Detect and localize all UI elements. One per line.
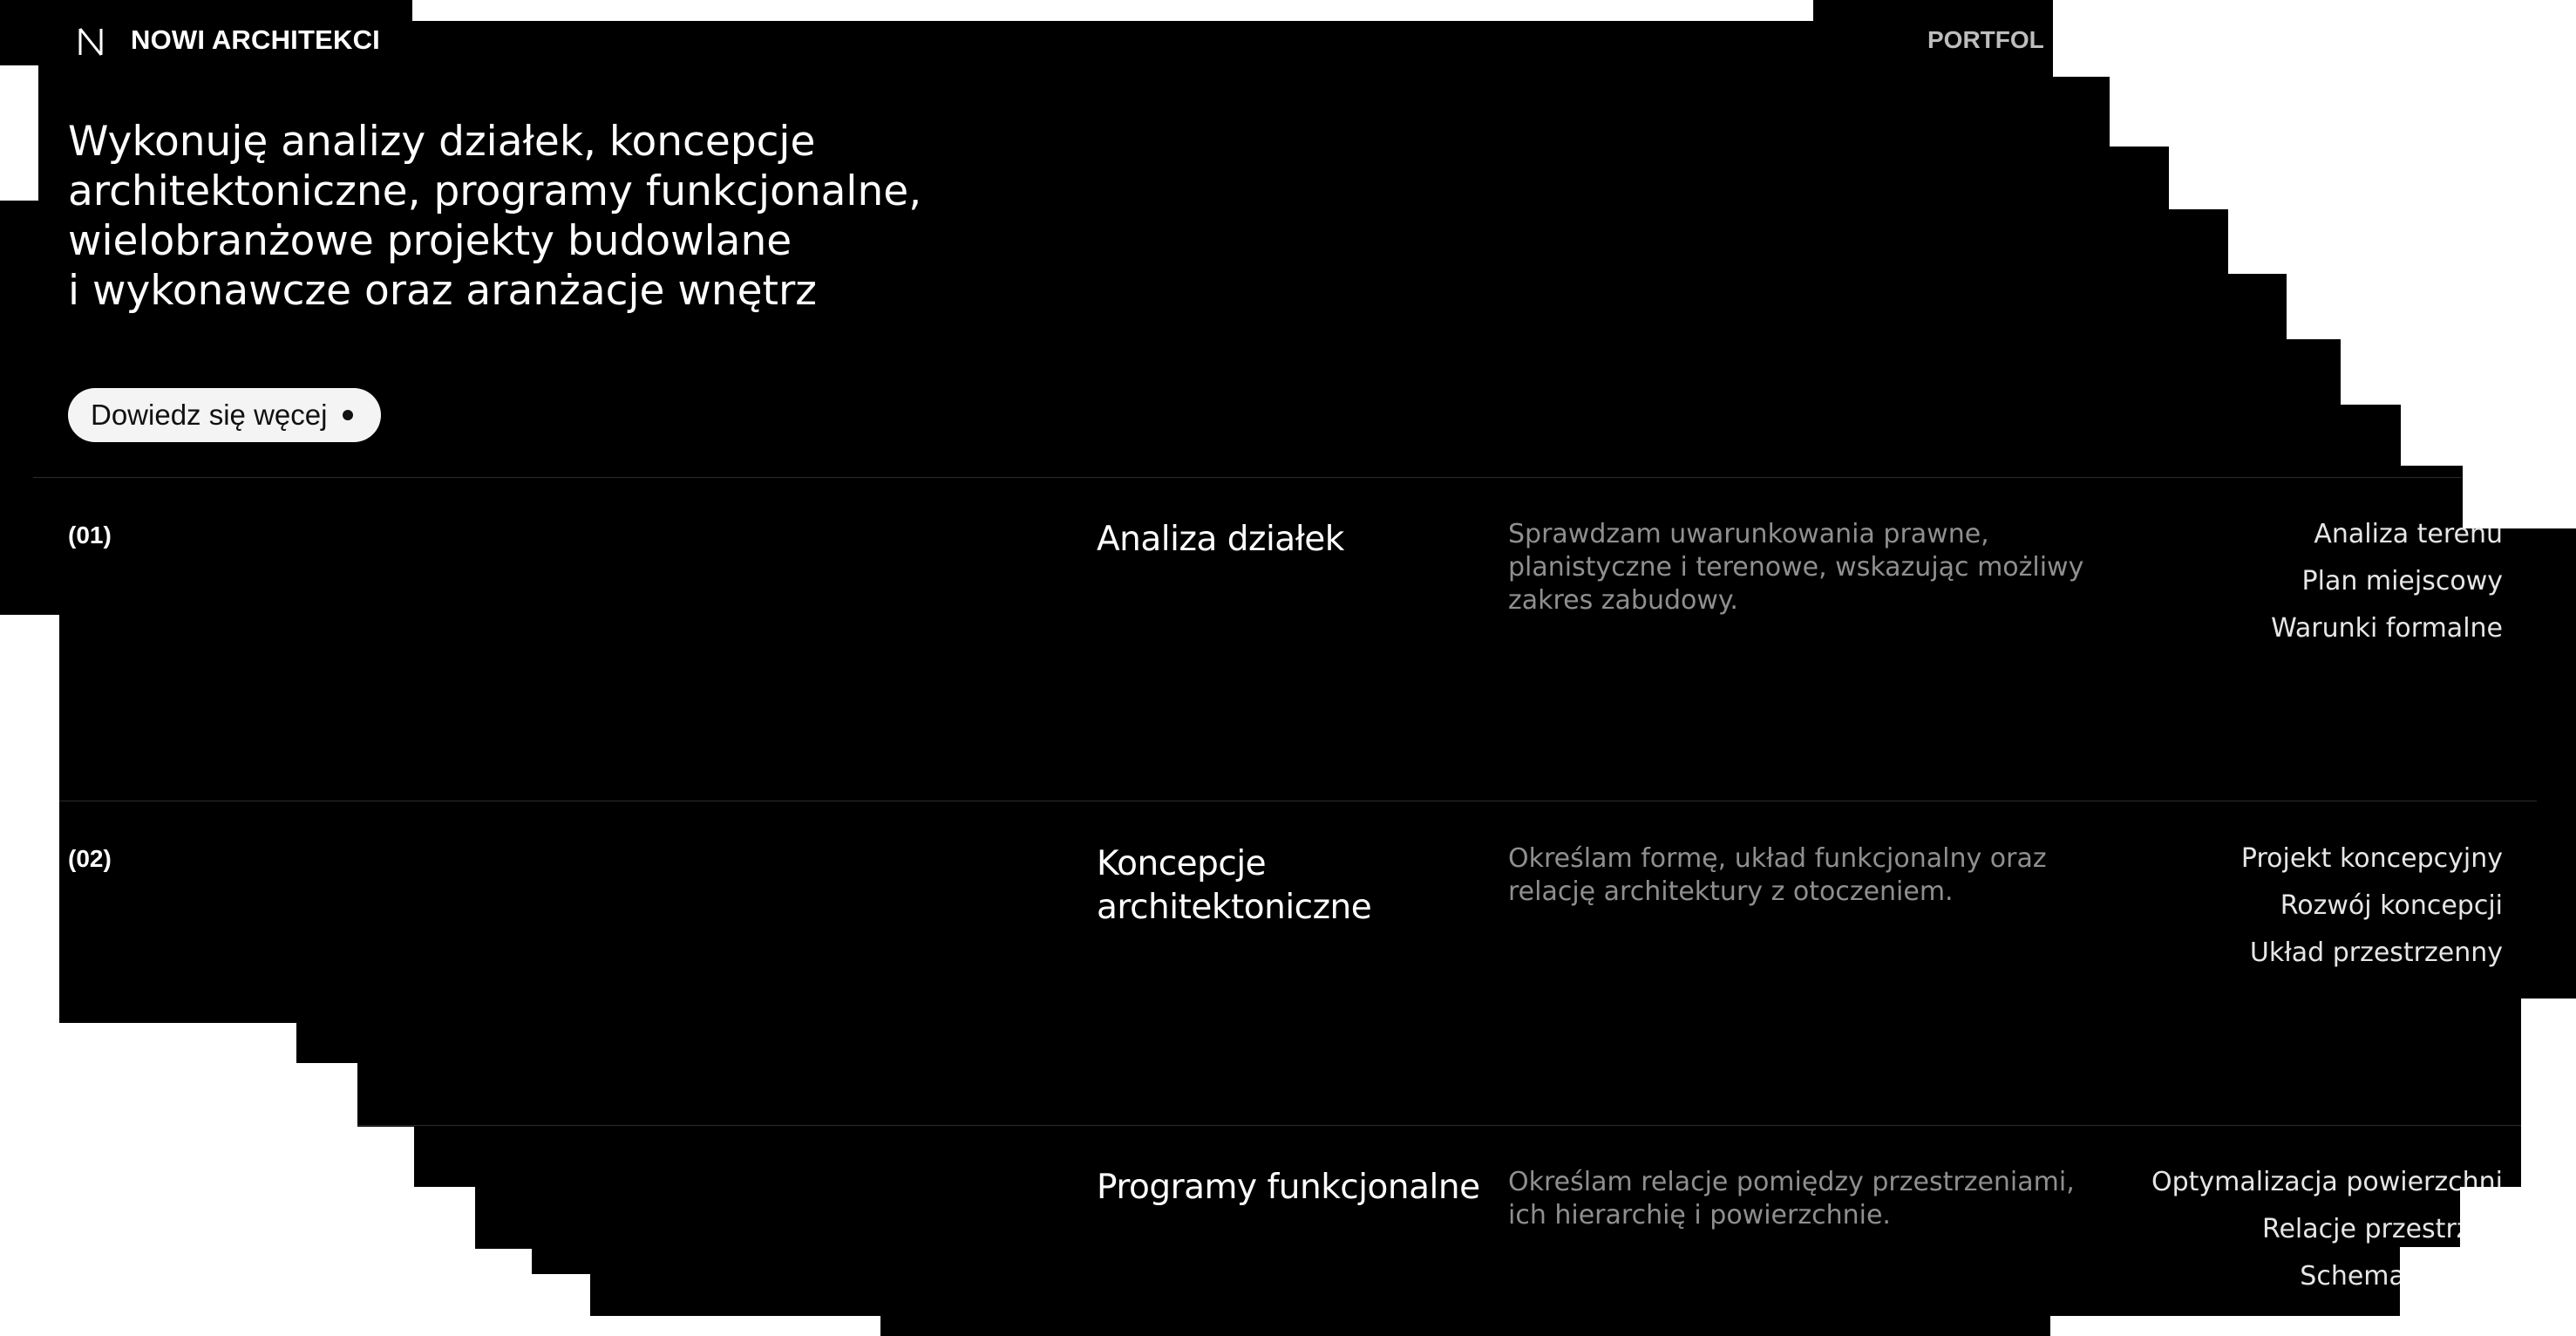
- service-tag: Relacje przestrzen: [2261, 1214, 2503, 1244]
- service-tags: Analiza terenu Plan miejscowy Warunki fo…: [2271, 511, 2503, 652]
- intro-line: wielobranżowe projekty budowlane: [68, 217, 792, 265]
- service-title: Analiza działek: [1097, 520, 1344, 559]
- brand-name[interactable]: NOWI ARCHITEKCI: [131, 24, 380, 56]
- service-tags: Projekt koncepcyjny Rozwój koncepcji Ukł…: [2241, 835, 2503, 977]
- service-title: Programy funkcjonalne: [1097, 1168, 1480, 1207]
- service-description: Określam formę, układ funkcjonalny oraz …: [1508, 843, 2047, 907]
- service-number: (01): [68, 521, 112, 549]
- intro-line: architektoniczne, programy funkcjonalne,: [68, 167, 922, 215]
- learn-more-label: Dowiedz się węcej: [91, 399, 328, 431]
- service-tag: Rozwój koncepcji: [2280, 890, 2503, 921]
- dot-icon: [343, 410, 354, 420]
- intro-line: i wykonawcze oraz aranżacje wnętrz: [68, 267, 817, 315]
- divider: [33, 477, 2461, 478]
- service-tag: Projekt koncepcyjny: [2240, 843, 2503, 874]
- intro-heading: Wykonuję analizy działek, koncepcje arch…: [68, 117, 1027, 316]
- service-title: Koncepcje architektoniczne: [1097, 844, 1372, 927]
- service-tag: Analiza terenu: [2314, 519, 2503, 549]
- intro-line: Wykonuję analizy działek, koncepcje: [68, 118, 816, 166]
- edge-mask: [2400, 1247, 2576, 1336]
- service-tag: Optymalizacja powierzchni: [2151, 1167, 2503, 1197]
- learn-more-button[interactable]: Dowiedz się węcej: [68, 388, 382, 442]
- service-tag: Warunki formalne: [2271, 613, 2503, 644]
- service-tag: Plan miejscowy: [2301, 566, 2503, 596]
- service-description: Określam relacje pomiędzy przestrzeniami…: [1508, 1167, 2075, 1230]
- logo-icon[interactable]: [77, 26, 106, 58]
- service-description: Sprawdzam uwarunkowania prawne, planisty…: [1508, 519, 2084, 616]
- nav-link-portfolio[interactable]: PORTFOL: [1927, 26, 2044, 54]
- service-number: (02): [68, 845, 112, 872]
- divider: [357, 1125, 2521, 1126]
- service-tag: Układ przestrzenny: [2249, 937, 2503, 968]
